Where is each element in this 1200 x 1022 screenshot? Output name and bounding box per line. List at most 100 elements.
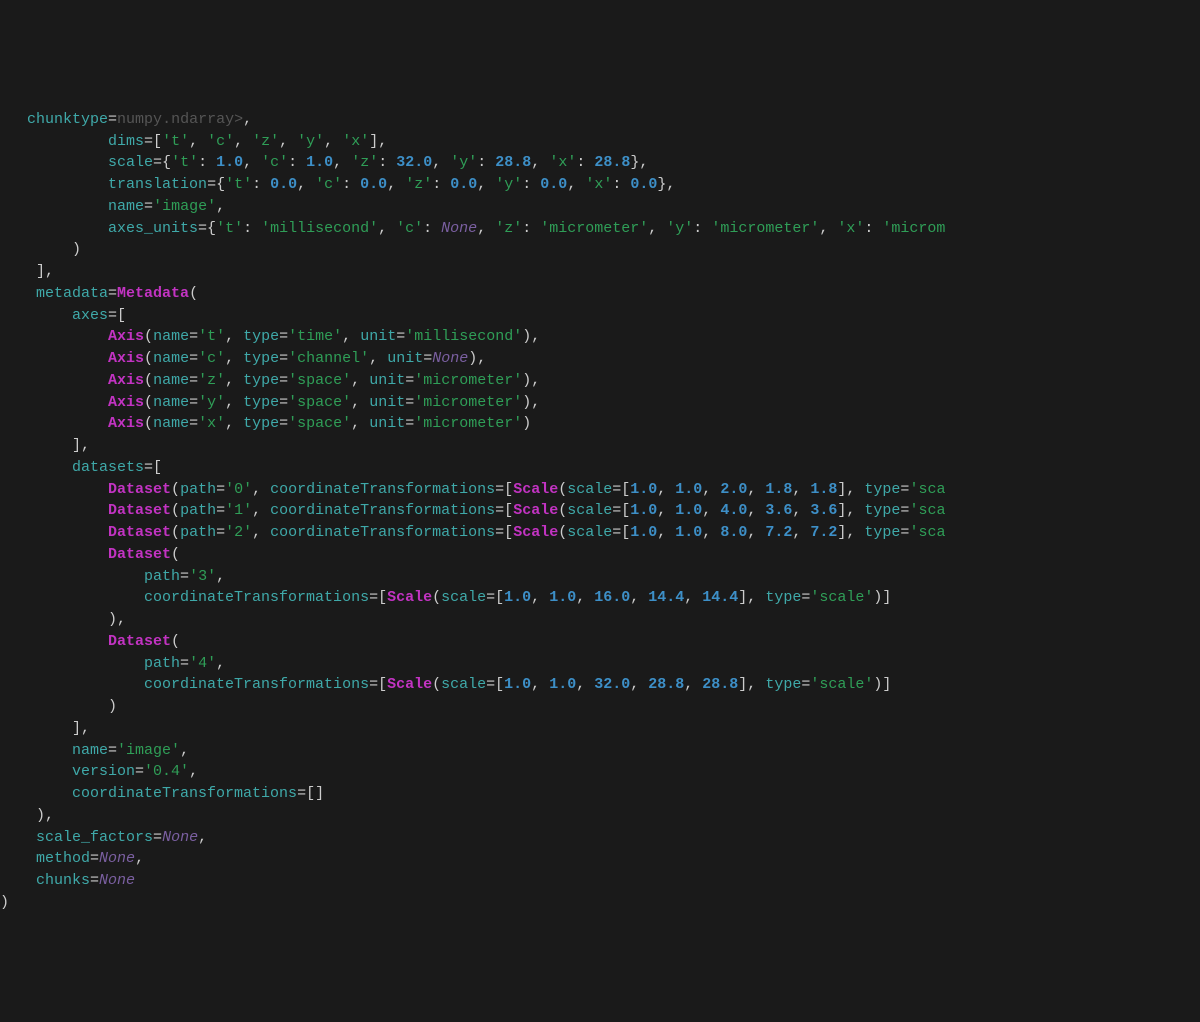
token: version <box>72 763 135 780</box>
code-line: ), <box>0 609 1200 631</box>
token: numpy <box>117 111 162 128</box>
token: scale <box>441 676 486 693</box>
token: , <box>684 589 702 606</box>
token: ( <box>558 524 567 541</box>
token: : <box>198 154 216 171</box>
token: , <box>747 524 765 541</box>
token: 'x' <box>198 415 225 432</box>
token: .ndarray> <box>162 111 243 128</box>
token: coordinateTransformations <box>270 502 495 519</box>
token: ], <box>72 720 90 737</box>
token: 'c' <box>261 154 288 171</box>
token: type <box>243 372 279 389</box>
token: = <box>135 763 144 780</box>
token: ], <box>369 133 387 150</box>
token: method <box>36 850 90 867</box>
token: unit <box>360 328 396 345</box>
token: : <box>522 220 540 237</box>
token: 'micrometer' <box>414 415 522 432</box>
token: , <box>135 850 144 867</box>
token: 14.4 <box>702 589 738 606</box>
code-line: translation={'t': 0.0, 'c': 0.0, 'z': 0.… <box>0 174 1200 196</box>
token: , <box>333 154 351 171</box>
token: ={ <box>153 154 171 171</box>
token: , <box>531 589 549 606</box>
token: 0.0 <box>540 176 567 193</box>
token: 'sca <box>909 481 945 498</box>
token: coordinateTransformations <box>144 676 369 693</box>
token: 'z' <box>351 154 378 171</box>
token: , <box>351 372 369 389</box>
token: , <box>225 415 243 432</box>
token: 1.0 <box>216 154 243 171</box>
token: : <box>576 154 594 171</box>
code-line: ) <box>0 696 1200 718</box>
token: = <box>801 676 810 693</box>
token: ], <box>72 437 90 454</box>
token: '0.4' <box>144 763 189 780</box>
token: 'c' <box>198 350 225 367</box>
token: , <box>648 220 666 237</box>
token: Scale <box>513 524 558 541</box>
token: = <box>405 415 414 432</box>
token: , <box>684 676 702 693</box>
token: 'x' <box>837 220 864 237</box>
token: 'sca <box>909 502 945 519</box>
token: , <box>432 154 450 171</box>
token: Scale <box>513 481 558 498</box>
token: =[ <box>108 307 126 324</box>
token: 1.0 <box>675 524 702 541</box>
code-line: coordinateTransformations=[] <box>0 783 1200 805</box>
code-line: axes=[ <box>0 305 1200 327</box>
token: ( <box>144 350 153 367</box>
token: 1.0 <box>630 524 657 541</box>
code-line: ) <box>0 239 1200 261</box>
token: ], <box>738 589 765 606</box>
token: '0' <box>225 481 252 498</box>
token: '3' <box>189 568 216 585</box>
token: path <box>180 502 216 519</box>
token: , <box>630 589 648 606</box>
token: scale <box>441 589 486 606</box>
token: : <box>378 154 396 171</box>
token: 't' <box>216 220 243 237</box>
token: , <box>702 481 720 498</box>
code-line: path='3', <box>0 566 1200 588</box>
token: '2' <box>225 524 252 541</box>
token: = <box>216 502 225 519</box>
token: 'microm <box>882 220 945 237</box>
token: Metadata <box>117 285 189 302</box>
token: , <box>576 589 594 606</box>
token: =[ <box>612 502 630 519</box>
token: , <box>531 154 549 171</box>
token: metadata <box>36 285 108 302</box>
token: , <box>225 372 243 389</box>
token: type <box>243 328 279 345</box>
token: : <box>252 176 270 193</box>
code-line: Dataset(path='2', coordinateTransformati… <box>0 522 1200 544</box>
token: ( <box>189 285 198 302</box>
token: ( <box>171 481 180 498</box>
token: = <box>189 372 198 389</box>
code-line: scale={'t': 1.0, 'c': 1.0, 'z': 32.0, 'y… <box>0 152 1200 174</box>
token: : <box>612 176 630 193</box>
token: , <box>567 176 585 193</box>
token: , <box>747 502 765 519</box>
token: ( <box>171 502 180 519</box>
token: '4' <box>189 655 216 672</box>
token: 32.0 <box>594 676 630 693</box>
token: scale <box>567 524 612 541</box>
token: coordinateTransformations <box>270 481 495 498</box>
token: 28.8 <box>648 676 684 693</box>
token: = <box>180 568 189 585</box>
token: 14.4 <box>648 589 684 606</box>
code-line: Axis(name='x', type='space', unit='micro… <box>0 413 1200 435</box>
token: 16.0 <box>594 589 630 606</box>
token: = <box>405 394 414 411</box>
token: 'y' <box>198 394 225 411</box>
token: =[ <box>144 459 162 476</box>
token: = <box>801 589 810 606</box>
code-line: Dataset(path='1', coordinateTransformati… <box>0 500 1200 522</box>
code-line: chunks=None <box>0 870 1200 892</box>
token: , <box>198 829 207 846</box>
